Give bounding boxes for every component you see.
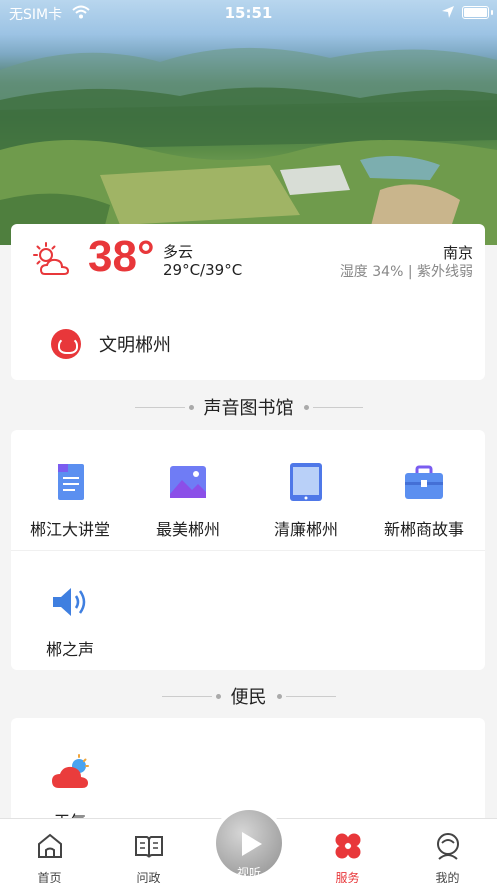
home-icon [37, 833, 62, 858]
weather-condition: 多云 [163, 243, 194, 261]
library-title: 声音图书馆 [203, 398, 294, 419]
tab-label: 服务 [335, 871, 360, 883]
city-name: 南京 [442, 244, 473, 262]
speaker-icon [53, 588, 86, 616]
convenience-section-title: 便民 [0, 683, 497, 709]
library-item-label: 最美郴州 [155, 520, 220, 539]
temperature-range: 29°C/39°C [163, 261, 243, 279]
library-item-label: 新郴商故事 [383, 520, 464, 539]
weather-icon [52, 754, 89, 788]
library-item-merchants[interactable]: 新郴商故事 [365, 462, 483, 540]
civilization-label: 文明郴州 [99, 335, 171, 356]
image-icon [170, 466, 206, 498]
library-item-label: 清廉郴州 [273, 520, 338, 539]
book-icon [134, 836, 163, 858]
briefcase-icon [405, 465, 443, 499]
watch-listen-button: 视听 [216, 810, 282, 880]
status-time: 15:51 [224, 4, 273, 22]
location-arrow-icon [442, 6, 454, 18]
library-item-voice[interactable]: 郴之声 [11, 582, 129, 660]
library-item-beautiful[interactable]: 最美郴州 [129, 462, 247, 540]
library-item-lecture[interactable]: 郴江大讲堂 [11, 462, 129, 540]
convenience-title: 便民 [230, 687, 267, 708]
tab-inquiry[interactable]: 问政 [99, 819, 198, 883]
weather-detail: 湿度 34% | 紫外线弱 [339, 264, 473, 280]
library-section-title: 声音图书馆 [0, 394, 497, 420]
temperature-value: 38° [88, 232, 155, 281]
tab-profile[interactable]: 我的 [398, 819, 497, 883]
tab-label: 视听 [236, 866, 261, 880]
civilization-logo-icon [51, 329, 81, 359]
profile-icon [436, 833, 459, 860]
tab-label: 我的 [435, 871, 460, 883]
partly-cloudy-icon [33, 242, 70, 275]
civilization-link[interactable]: 文明郴州 [51, 328, 171, 360]
weather-card[interactable]: 38° 多云 29°C/39°C 南京 湿度 34% | 紫外线弱 文明郴州 [11, 224, 485, 380]
library-item-label: 郴之声 [45, 640, 94, 659]
library-card: 郴江大讲堂 最美郴州 清廉郴州 新郴商故事 郴之声 [11, 430, 485, 670]
tab-watch-listen[interactable]: 视听 [212, 806, 286, 880]
battery-icon [462, 6, 493, 19]
library-item-clean[interactable]: 清廉郴州 [247, 462, 365, 540]
play-icon [242, 832, 262, 856]
tab-home[interactable]: 首页 [0, 819, 99, 883]
tablet-icon [290, 463, 322, 501]
status-bar: 无SIM卡 15:51 [0, 0, 497, 26]
hero-banner-image[interactable]: 无SIM卡 15:51 [0, 0, 497, 245]
services-icon [335, 833, 360, 859]
tab-label: 首页 [37, 871, 62, 883]
tab-services[interactable]: 服务 [298, 819, 397, 883]
library-item-label: 郴江大讲堂 [29, 520, 110, 539]
divider [11, 550, 485, 551]
document-icon [58, 464, 84, 500]
tab-label: 问政 [136, 871, 161, 883]
